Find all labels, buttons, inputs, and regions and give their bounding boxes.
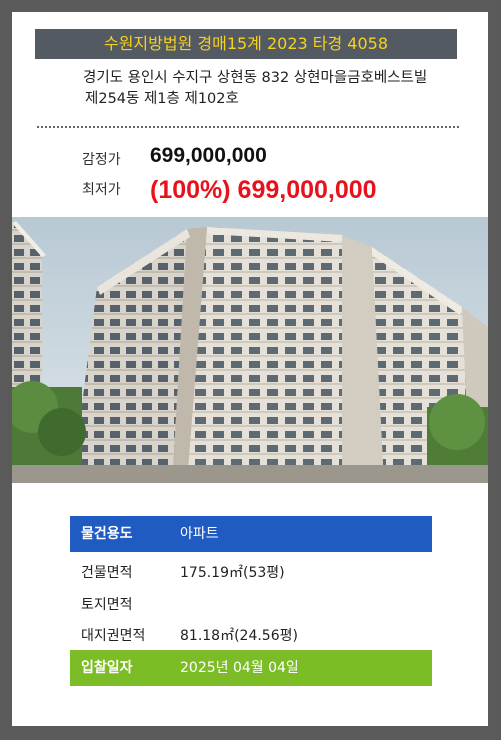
bid-date-label: 입찰일자: [81, 660, 133, 676]
dotted-divider: [37, 126, 459, 128]
usage-row: 물건용도 아파트: [70, 516, 432, 552]
property-address: 경기도 용인시 수지구 상현동 832 상현마을금호베스트빌 제254동 제1층…: [83, 68, 427, 110]
minimum-value: (100%) 699,000,000: [150, 176, 377, 204]
bid-date-row: 입찰일자 2025년 04월 04일: [70, 650, 432, 686]
case-title: 수원지방법원 경매15계 2023 타경 4058: [35, 29, 457, 59]
property-photo: [12, 217, 488, 483]
appraisal-value: 699,000,000: [150, 144, 267, 167]
land-right-area-label: 대지권면적: [81, 628, 146, 644]
land-right-area-value: 81.18㎡(24.56평): [180, 628, 298, 644]
building-area-value: 175.19㎡(53평): [180, 565, 285, 581]
auction-card: 수원지방법원 경매15계 2023 타경 4058 경기도 용인시 수지구 상현…: [12, 12, 488, 726]
address-line-1: 경기도 용인시 수지구 상현동 832 상현마을금호베스트빌: [83, 70, 428, 86]
building-area-row: 건물면적 175.19㎡(53평): [70, 555, 432, 591]
address-line-2: 제254동 제1층 제102호: [85, 91, 239, 107]
bid-date-value: 2025년 04월 04일: [180, 660, 299, 676]
appraisal-label: 감정가: [82, 152, 121, 168]
building-area-label: 건물면적: [81, 565, 133, 581]
minimum-label: 최저가: [82, 182, 121, 198]
usage-label: 물건용도: [81, 526, 133, 542]
land-right-area-row: 대지권면적 81.18㎡(24.56평): [70, 618, 432, 654]
usage-value: 아파트: [180, 526, 219, 542]
